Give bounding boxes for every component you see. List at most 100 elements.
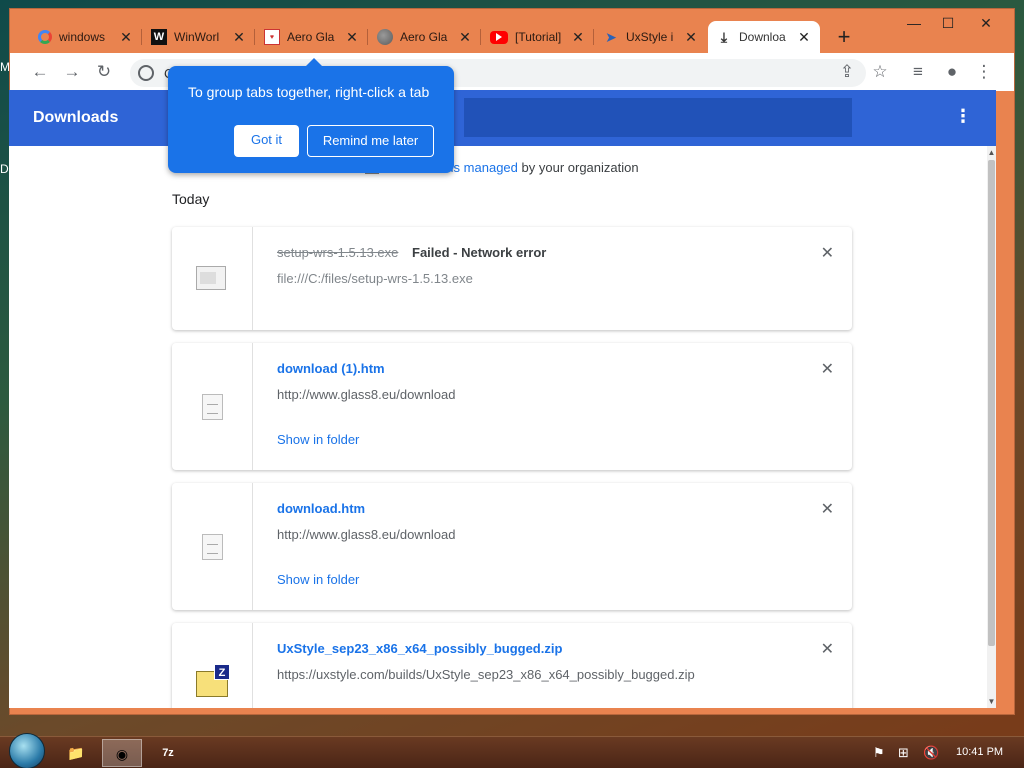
remove-download-button[interactable]: ✕ bbox=[821, 499, 834, 519]
file-name: setup-wrs-1.5.13.exe bbox=[277, 245, 399, 260]
forward-button[interactable]: → bbox=[60, 60, 84, 84]
file-name-link[interactable]: download (1).htm bbox=[277, 361, 385, 376]
share-icon[interactable]: ⇪ bbox=[835, 60, 859, 84]
close-icon[interactable]: ✕ bbox=[683, 29, 699, 46]
uxstyle-icon: ➤ bbox=[605, 28, 617, 45]
document-icon bbox=[202, 534, 223, 560]
network-icon[interactable]: ⊞ bbox=[898, 745, 909, 761]
reload-button[interactable]: ↻ bbox=[92, 60, 116, 84]
tab-uxstyle[interactable]: ➤ UxStyle i ✕ bbox=[595, 21, 707, 53]
close-icon[interactable]: ✕ bbox=[231, 29, 247, 46]
scroll-up-arrow-icon[interactable]: ▲ bbox=[987, 148, 996, 157]
file-url: file:///C:/files/setup-wrs-1.5.13.exe bbox=[277, 271, 473, 286]
7zip-taskbar-icon[interactable]: 7z bbox=[148, 739, 188, 767]
chrome-menu-icon[interactable]: ⋮ bbox=[972, 60, 996, 84]
tab-aero-glass-2[interactable]: Aero Gla ✕ bbox=[369, 21, 481, 53]
close-icon[interactable]: ✕ bbox=[118, 29, 134, 46]
file-explorer-icon[interactable]: 📁 bbox=[56, 739, 96, 767]
managed-notice: ser is managed by your organization bbox=[429, 160, 639, 175]
winworld-icon: W bbox=[151, 29, 167, 45]
downloads-content: ser is managed by your organization Toda… bbox=[9, 146, 987, 708]
tab-title: Aero Gla bbox=[400, 30, 448, 44]
remove-download-button[interactable]: ✕ bbox=[821, 243, 834, 263]
tab-tutorial[interactable]: [Tutorial] ✕ bbox=[482, 21, 594, 53]
bubble-text: To group tabs together, right-click a ta… bbox=[188, 84, 430, 100]
tab-separator bbox=[593, 29, 594, 45]
volume-muted-icon[interactable]: 🔇 bbox=[923, 745, 939, 761]
page-title: Downloads bbox=[33, 109, 119, 126]
globe-icon bbox=[377, 29, 393, 45]
browser-toolbar: ← → ↻ C ⇪ ☆ ≡ ● ⋮ bbox=[10, 53, 1014, 91]
file-url[interactable]: http://www.glass8.eu/download bbox=[277, 387, 456, 402]
remove-download-button[interactable]: ✕ bbox=[821, 639, 834, 659]
tab-separator bbox=[254, 29, 255, 45]
system-clock[interactable]: 10:41 PM bbox=[956, 746, 1003, 758]
maximize-button[interactable]: ☐ bbox=[932, 11, 964, 35]
exe-file-icon bbox=[196, 266, 226, 290]
file-icon-column bbox=[172, 483, 253, 610]
scroll-down-arrow-icon[interactable]: ▼ bbox=[987, 697, 996, 706]
download-item: setup-wrs-1.5.13.exe Failed - Network er… bbox=[172, 227, 852, 330]
tab-title: Downloa bbox=[739, 30, 786, 44]
tab-title: windows bbox=[59, 30, 106, 44]
tab-title: UxStyle i bbox=[626, 30, 674, 44]
remind-later-button[interactable]: Remind me later bbox=[307, 125, 434, 157]
tab-groups-promo-bubble: To group tabs together, right-click a ta… bbox=[168, 58, 454, 173]
download-item: download (1).htm http://www.glass8.eu/do… bbox=[172, 343, 852, 470]
file-url[interactable]: https://uxstyle.com/builds/UxStyle_sep23… bbox=[277, 667, 695, 682]
got-it-button[interactable]: Got it bbox=[234, 125, 299, 157]
back-button[interactable]: ← bbox=[28, 60, 52, 84]
google-icon bbox=[38, 30, 52, 44]
download-item: download.htm http://www.glass8.eu/downlo… bbox=[172, 483, 852, 610]
taskbar: 📁 ◉ 7z ⚑ ⊞ 🔇 10:41 PM bbox=[0, 733, 1024, 768]
tab-separator bbox=[367, 29, 368, 45]
youtube-icon bbox=[490, 30, 508, 44]
file-name-link[interactable]: download.htm bbox=[277, 501, 365, 516]
bookmark-star-icon[interactable]: ☆ bbox=[868, 60, 892, 84]
file-name-link[interactable]: UxStyle_sep23_x86_x64_possibly_bugged.zi… bbox=[277, 641, 562, 656]
tab-title: Aero Gla bbox=[287, 30, 335, 44]
tab-title: [Tutorial] bbox=[515, 30, 562, 44]
download-item: Z UxStyle_sep23_x86_x64_possibly_bugged.… bbox=[172, 623, 852, 708]
file-icon-column: Z bbox=[172, 623, 253, 708]
search-downloads-input[interactable] bbox=[464, 98, 852, 137]
section-today: Today bbox=[172, 191, 210, 207]
profile-avatar-icon[interactable]: ● bbox=[940, 60, 964, 84]
media-control-icon[interactable]: ≡ bbox=[906, 60, 930, 84]
download-status: Failed - Network error bbox=[412, 245, 547, 260]
close-icon[interactable]: ✕ bbox=[796, 29, 812, 46]
tab-strip: windows ✕ W WinWorl ✕ ♥ Aero Gla ✕ Aero … bbox=[10, 9, 1014, 53]
file-icon-column bbox=[172, 227, 253, 330]
zip-badge-icon: Z bbox=[214, 664, 230, 680]
new-tab-button[interactable]: + bbox=[832, 26, 856, 48]
remove-download-button[interactable]: ✕ bbox=[821, 359, 834, 379]
downloads-menu-icon[interactable]: ⋮ bbox=[954, 106, 972, 127]
show-in-folder-link[interactable]: Show in folder bbox=[277, 432, 359, 447]
action-center-flag-icon[interactable]: ⚑ bbox=[873, 745, 885, 761]
tab-separator bbox=[141, 29, 142, 45]
tab-separator bbox=[480, 29, 481, 45]
zip-archive-icon: Z bbox=[196, 664, 230, 697]
chrome-taskbar-icon[interactable]: ◉ bbox=[102, 739, 142, 767]
tab-winworld[interactable]: W WinWorl ✕ bbox=[143, 21, 255, 53]
close-window-button[interactable]: ✕ bbox=[970, 11, 1002, 35]
site-info-icon[interactable] bbox=[138, 65, 154, 81]
minimize-button[interactable]: — bbox=[898, 11, 930, 35]
show-in-folder-link[interactable]: Show in folder bbox=[277, 572, 359, 587]
aero-icon: ♥ bbox=[264, 29, 280, 45]
tab-downloads[interactable]: ⤓ Downloa ✕ bbox=[708, 21, 820, 53]
tab-windows[interactable]: windows ✕ bbox=[30, 21, 142, 53]
close-icon[interactable]: ✕ bbox=[457, 29, 473, 46]
start-button[interactable] bbox=[9, 733, 45, 768]
close-icon[interactable]: ✕ bbox=[570, 29, 586, 46]
scroll-thumb[interactable] bbox=[988, 160, 995, 646]
document-icon bbox=[202, 394, 223, 420]
managed-suffix: by your organization bbox=[521, 160, 639, 175]
file-url[interactable]: http://www.glass8.eu/download bbox=[277, 527, 456, 542]
close-icon[interactable]: ✕ bbox=[344, 29, 360, 46]
tab-aero-glass-1[interactable]: ♥ Aero Gla ✕ bbox=[256, 21, 368, 53]
file-icon-column bbox=[172, 343, 253, 470]
managed-link[interactable]: is managed bbox=[451, 160, 518, 175]
page-scrollbar[interactable]: ▲ ▼ bbox=[987, 146, 996, 708]
downloads-header: Downloads ⋮ bbox=[9, 90, 996, 146]
